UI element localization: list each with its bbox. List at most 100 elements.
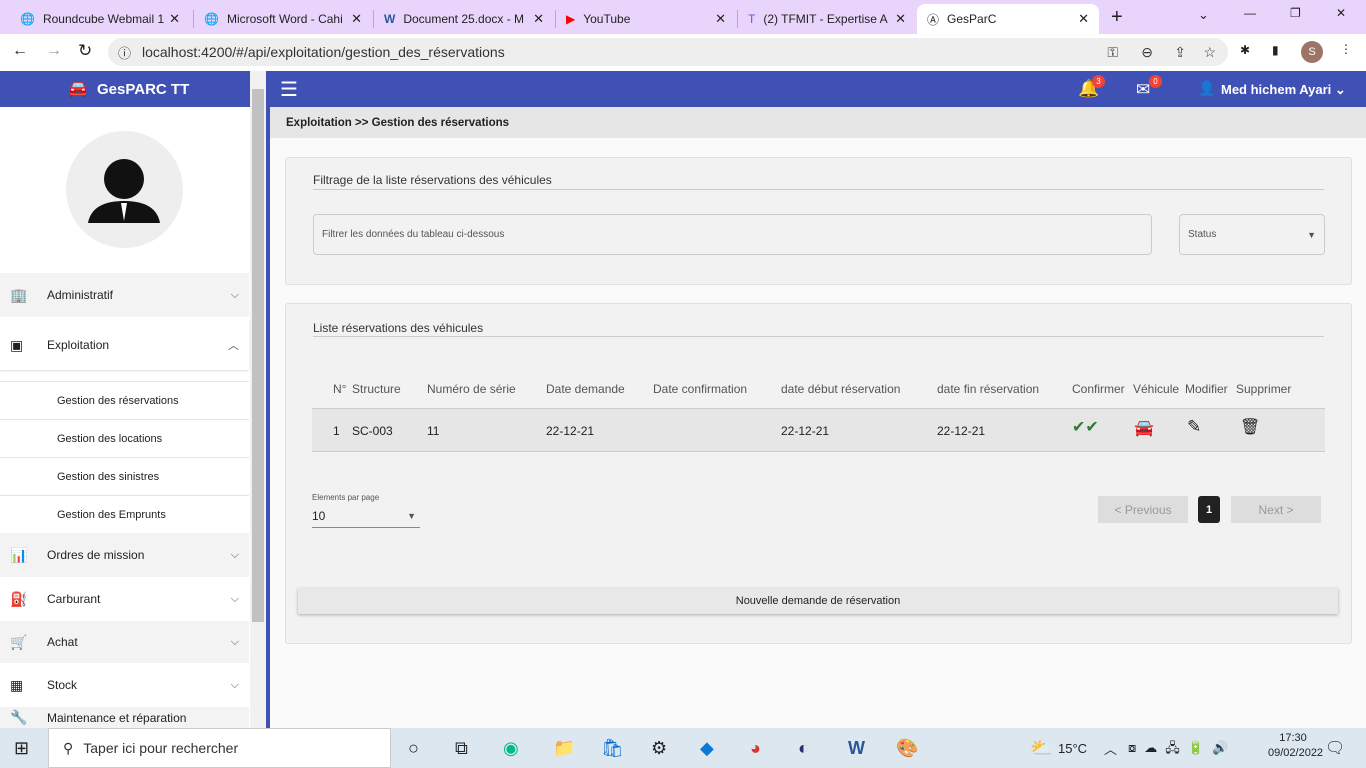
key-icon[interactable]: ⚿ bbox=[1107, 44, 1118, 61]
sidebar-item-stock[interactable]: ▦ Stock ⌵ bbox=[0, 664, 249, 706]
close-icon[interactable]: ✕ bbox=[1078, 11, 1089, 27]
taskbar-search[interactable]: ⚲ Taper ici pour rechercher bbox=[48, 728, 391, 768]
menu-toggle-icon[interactable]: ☰ bbox=[280, 77, 298, 102]
edge-icon[interactable]: ◉ bbox=[503, 738, 519, 759]
chevron-down-icon: ⌄ bbox=[1334, 82, 1346, 97]
chevron-down-icon: ⌵ bbox=[230, 288, 239, 301]
tools-icon: 🔧 bbox=[10, 709, 28, 725]
confirm-double-check-icon[interactable]: ✔✔ bbox=[1072, 417, 1099, 437]
tab-document[interactable]: W Document 25.docx - M ✕ bbox=[374, 4, 554, 34]
filter-input[interactable]: Filtrer les données du tableau ci-dessou… bbox=[313, 214, 1152, 255]
page-size-select[interactable]: 10 ▼ bbox=[312, 507, 420, 528]
settings-icon[interactable]: ⚙ bbox=[651, 738, 667, 759]
close-icon[interactable]: ✕ bbox=[169, 11, 180, 27]
tab-teams[interactable]: T (2) TFMIT - Expertise A ✕ bbox=[738, 4, 916, 34]
sidebar-item-achat[interactable]: 🛒 Achat ⌵ bbox=[0, 621, 249, 663]
tab-youtube[interactable]: ▶ YouTube ✕ bbox=[556, 4, 736, 34]
tab-roundcube[interactable]: 🌐 Roundcube Webmail 1 ✕ bbox=[10, 4, 190, 34]
windows-start-icon[interactable]: ⊞ bbox=[14, 738, 29, 759]
close-window-button[interactable]: ✕ bbox=[1336, 6, 1346, 20]
edit-pencil-icon[interactable]: ✎ bbox=[1187, 417, 1201, 437]
search-icon: ⚲ bbox=[63, 739, 74, 756]
sidebar-item-administratif[interactable]: 🏢 Administratif ⌵ bbox=[0, 273, 249, 317]
col-supprimer: Supprimer bbox=[1236, 382, 1292, 396]
col-date-confirmation: Date confirmation bbox=[653, 382, 748, 396]
browser-tab-bar: 🌐 Roundcube Webmail 1 ✕ 🌐 Microsoft Word - … bbox=[0, 0, 1366, 34]
close-icon[interactable]: ✕ bbox=[533, 11, 544, 27]
chevron-down-icon: ⌵ bbox=[230, 548, 239, 561]
teams-icon: T bbox=[748, 12, 756, 26]
sidebar-sub-emprunts[interactable]: Gestion des Emprunts bbox=[0, 495, 249, 533]
chevron-up-icon: ︿ bbox=[228, 340, 239, 352]
weather-icon: ⛅ bbox=[1030, 738, 1053, 758]
forward-button[interactable]: → bbox=[46, 42, 62, 60]
previous-button[interactable]: < Previous bbox=[1098, 496, 1188, 523]
user-avatar bbox=[66, 131, 183, 248]
sidebar-sub-locations[interactable]: Gestion des locations bbox=[0, 419, 249, 457]
angular-icon: Ⓐ bbox=[927, 12, 940, 27]
tab-search-button[interactable]: ⌄ bbox=[1198, 7, 1209, 23]
new-reservation-button[interactable]: Nouvelle demande de réservation bbox=[298, 588, 1338, 614]
cell-date-fin: 22-12-21 bbox=[937, 424, 986, 438]
close-icon[interactable]: ✕ bbox=[715, 11, 726, 27]
col-n: N° bbox=[333, 382, 347, 396]
tab-word[interactable]: 🌐 Microsoft Word - Cahi ✕ bbox=[194, 4, 372, 34]
delete-trash-icon[interactable]: 🗑 bbox=[1240, 417, 1260, 437]
user-menu[interactable]: Med hichem Ayari ⌄ bbox=[1221, 82, 1346, 98]
share-icon[interactable]: ⇪ bbox=[1174, 44, 1186, 61]
sidebar-item-maintenance[interactable]: 🔧 Maintenance et réparation bbox=[0, 707, 249, 728]
new-tab-button[interactable]: + bbox=[1111, 6, 1123, 29]
calculator-icon: ▦ bbox=[10, 676, 24, 693]
store-icon[interactable]: 🛍 bbox=[601, 738, 624, 759]
cart-icon: 🛒 bbox=[10, 633, 28, 650]
sidebar-item-ordres-mission[interactable]: 📊 Ordres de mission ⌵ bbox=[0, 533, 249, 577]
car-icon[interactable]: 🚘 bbox=[1134, 418, 1154, 438]
tab-gesparc[interactable]: Ⓐ GesParC ✕ bbox=[917, 4, 1099, 34]
mail-icon[interactable]: ✉ bbox=[1136, 80, 1150, 100]
minimize-button[interactable]: — bbox=[1244, 6, 1256, 20]
sidebar-sub-sinistres[interactable]: Gestion des sinistres bbox=[0, 457, 249, 495]
tray-chevron-icon[interactable]: ︿ bbox=[1104, 739, 1117, 758]
eclipse-icon[interactable]: ◐ bbox=[798, 738, 809, 759]
sidepanel-icon[interactable]: ▮ bbox=[1272, 43, 1279, 57]
url-input[interactable]: ⓘ localhost:4200/#/api/exploitation/gesti… bbox=[108, 38, 1228, 66]
zoom-icon[interactable]: ⊖ bbox=[1141, 44, 1153, 61]
clock[interactable]: 17:30 09/02/2022 bbox=[1268, 732, 1323, 759]
sidebar-item-exploitation[interactable]: ▣ Exploitation ︿ bbox=[0, 320, 249, 370]
chart-add-icon: 📊 bbox=[10, 546, 28, 563]
sidebar-item-carburant[interactable]: ⛽ Carburant ⌵ bbox=[0, 578, 249, 620]
reload-button[interactable]: ↻ bbox=[78, 41, 92, 61]
task-view-icon[interactable]: ⧉ bbox=[455, 738, 468, 759]
app-header: 🚘 GesPARC TT ☰ 🔔 3 ✉ 0 👤 Med hichem Ayar… bbox=[0, 71, 1366, 107]
extensions-icon[interactable]: ✱ bbox=[1240, 43, 1250, 57]
close-icon[interactable]: ✕ bbox=[351, 11, 362, 27]
chrome-icon[interactable]: ◕ bbox=[750, 738, 761, 759]
word-icon[interactable]: W bbox=[848, 738, 865, 759]
device-icon: ▣ bbox=[10, 336, 24, 353]
col-date-fin: date fin réservation bbox=[937, 382, 1040, 396]
page-1-button[interactable]: 1 bbox=[1198, 496, 1220, 523]
app-title: GesPARC TT bbox=[97, 81, 190, 98]
status-select[interactable]: Status ▼ bbox=[1179, 214, 1325, 255]
paint-icon[interactable]: 🎨 bbox=[896, 738, 918, 759]
temperature: 15°C bbox=[1058, 741, 1088, 756]
notifications-icon[interactable]: 🗨 bbox=[1325, 738, 1345, 758]
star-icon[interactable]: ☆ bbox=[1203, 44, 1216, 61]
back-button[interactable]: ← bbox=[12, 42, 28, 60]
profile-avatar[interactable]: S bbox=[1301, 41, 1323, 63]
cell-date-debut: 22-12-21 bbox=[781, 424, 830, 438]
cortana-icon[interactable]: ○ bbox=[408, 738, 419, 759]
maximize-button[interactable]: ❐ bbox=[1290, 6, 1301, 20]
menu-icon[interactable]: ⋮ bbox=[1340, 42, 1352, 56]
file-explorer-icon[interactable]: 📁 bbox=[553, 738, 575, 759]
tray-icons[interactable]: ⧇☁🖧🔋🔊 bbox=[1128, 739, 1236, 761]
sidebar-sub-reservations[interactable]: Gestion des réservations bbox=[0, 381, 249, 419]
chevron-down-icon: ⌵ bbox=[230, 592, 239, 605]
vscode-icon[interactable]: ◆ bbox=[700, 738, 714, 759]
breadcrumb: Exploitation >> Gestion des réservations bbox=[270, 107, 1366, 138]
sidebar-scrollbar[interactable] bbox=[250, 71, 266, 728]
next-button[interactable]: Next > bbox=[1231, 496, 1321, 523]
close-icon[interactable]: ✕ bbox=[895, 11, 906, 27]
user-icon: 👤 bbox=[1198, 80, 1216, 96]
car-icon: 🚘 bbox=[68, 81, 88, 98]
